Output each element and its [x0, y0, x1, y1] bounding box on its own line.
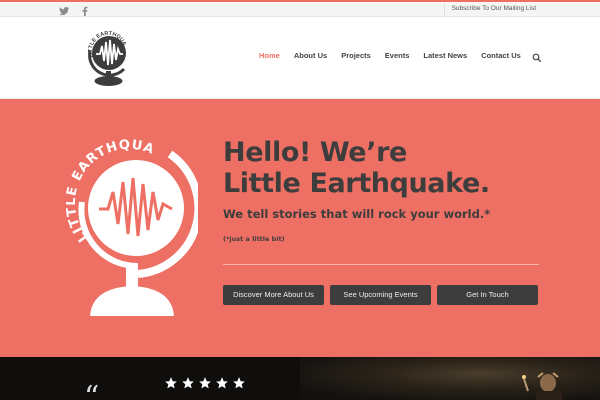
mailing-list-link[interactable]: Subscribe To Our Mailing List — [443, 4, 536, 15]
top-bar: Subscribe To Our Mailing List — [0, 0, 600, 17]
hero-divider — [223, 264, 539, 265]
rating-stars — [164, 376, 246, 390]
hero-tagline: We tell stories that will rock your worl… — [223, 207, 491, 221]
review-strip: “ — [0, 357, 600, 400]
star-icon — [164, 376, 178, 390]
nav-events[interactable]: Events — [378, 51, 417, 99]
nav-latest-news[interactable]: Latest News — [416, 51, 474, 99]
discover-more-button[interactable]: Discover More About Us — [223, 285, 324, 305]
site-logo[interactable]: LITTLE EARTHQUAKE — [82, 23, 132, 89]
get-in-touch-button[interactable]: Get In Touch — [437, 285, 538, 305]
star-icon — [232, 376, 246, 390]
hero-title-line1: Hello! We’re — [223, 137, 407, 168]
star-icon — [215, 376, 229, 390]
star-icon — [198, 376, 212, 390]
search-icon[interactable] — [532, 50, 542, 63]
star-icon — [181, 376, 195, 390]
site-header: LITTLE EARTHQUAKE Home About Us Projects… — [0, 17, 600, 101]
quote-mark: “ — [84, 380, 100, 400]
nav-about-us[interactable]: About Us — [287, 51, 334, 99]
social-links — [58, 4, 91, 16]
performer-figure-icon — [522, 372, 562, 400]
globe-logo-icon: LITTLE EARTHQUAKE — [60, 121, 203, 316]
twitter-icon[interactable] — [58, 4, 70, 16]
nav-contact-us[interactable]: Contact Us — [474, 51, 528, 99]
nav-projects[interactable]: Projects — [334, 51, 378, 99]
hero-section: LITTLE EARTHQUAKE Hello! We’re Little Ea… — [0, 99, 600, 357]
main-nav: Home About Us Projects Events Latest New… — [252, 50, 542, 101]
hero-footnote: (*just a little bit) — [223, 235, 285, 243]
nav-home[interactable]: Home — [252, 51, 287, 101]
hero-title-line2: Little Earthquake. — [223, 168, 490, 199]
facebook-icon[interactable] — [79, 4, 91, 16]
hero-title: Hello! We’re Little Earthquake. — [223, 137, 553, 199]
upcoming-events-button[interactable]: See Upcoming Events — [330, 285, 431, 305]
